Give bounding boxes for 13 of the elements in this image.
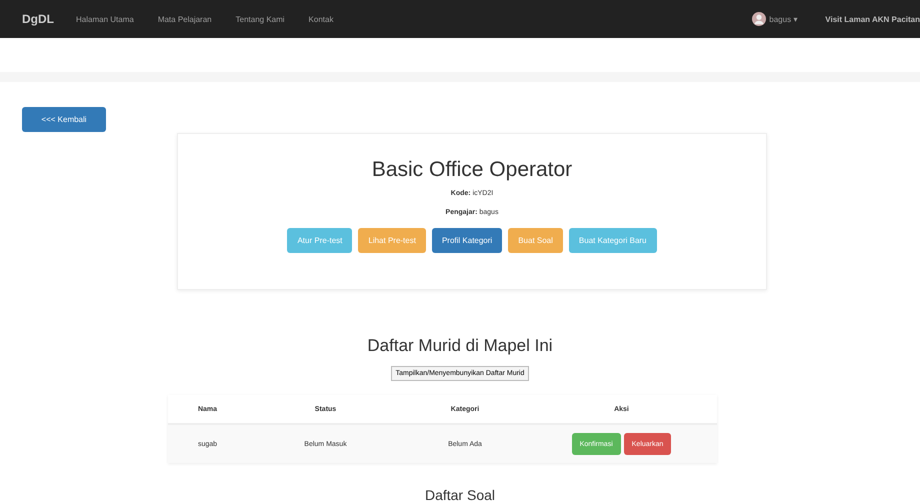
avatar-icon: [752, 12, 766, 26]
brand-logo[interactable]: DgDL: [22, 12, 54, 26]
course-title: Basic Office Operator: [370, 158, 574, 182]
nav-link[interactable]: Mata Pelajaran: [158, 14, 212, 24]
back-button[interactable]: <<< Kembali: [22, 107, 106, 132]
nav-link[interactable]: Tentang Kami: [236, 14, 285, 24]
action-button[interactable]: Profil Kategori: [432, 228, 502, 253]
section-heading: Daftar Soal: [424, 487, 496, 503]
nav-link[interactable]: Kontak: [308, 14, 334, 24]
section-heading: Daftar Murid di Mapel Ini: [366, 336, 554, 356]
nav-link[interactable]: Halaman Utama: [76, 14, 134, 24]
site-link[interactable]: Visit Laman AKN Pacitan: [825, 14, 920, 24]
user-menu[interactable]: bagus ▾: [769, 14, 798, 24]
